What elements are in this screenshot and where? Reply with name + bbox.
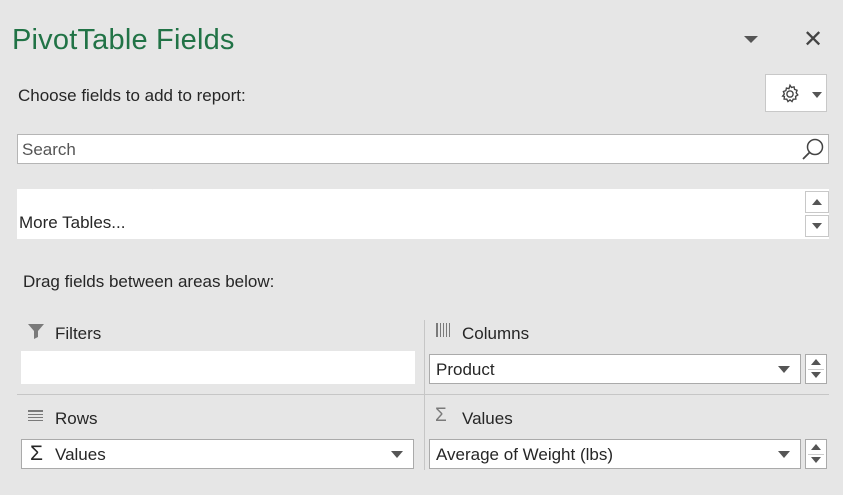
rows-field-values[interactable]: Σ Values xyxy=(21,439,414,469)
partially-hidden-field: ⸌⸍ xyxy=(137,184,154,190)
arrow-down-icon[interactable] xyxy=(811,457,821,463)
arrow-down-icon xyxy=(812,223,822,229)
search-input[interactable] xyxy=(20,139,794,161)
gear-icon xyxy=(781,83,799,103)
filters-area-title: Filters xyxy=(55,324,102,343)
scroll-up-button[interactable] xyxy=(805,191,829,213)
rows-area-title: Rows xyxy=(55,409,98,428)
sigma-icon: Σ xyxy=(30,442,43,465)
columns-icon xyxy=(436,323,450,337)
search-box[interactable] xyxy=(17,134,829,164)
chevron-down-icon[interactable] xyxy=(778,366,790,373)
panel-title: PivotTable Fields xyxy=(12,24,235,56)
field-label: Values xyxy=(55,445,106,464)
search-icon[interactable] xyxy=(800,137,826,161)
stepper-divider xyxy=(808,454,824,455)
values-field-average-weight[interactable]: Average of Weight (lbs) xyxy=(429,439,801,469)
sigma-icon: Σ xyxy=(435,405,447,426)
tools-button[interactable] xyxy=(765,74,827,112)
filters-drop-zone[interactable] xyxy=(21,351,415,384)
values-reorder-stepper[interactable] xyxy=(805,439,827,469)
stepper-divider xyxy=(808,369,824,370)
chevron-down-icon[interactable] xyxy=(778,451,790,458)
drag-fields-label: Drag fields between areas below: xyxy=(23,272,275,291)
arrow-up-icon[interactable] xyxy=(811,444,821,450)
filter-icon xyxy=(28,324,44,339)
field-label: Product xyxy=(436,360,495,379)
field-label: Average of Weight (lbs) xyxy=(436,445,614,464)
area-divider-vertical xyxy=(424,320,425,470)
columns-reorder-stepper[interactable] xyxy=(805,354,827,384)
chevron-down-icon[interactable] xyxy=(391,451,403,458)
columns-field-product[interactable]: Product xyxy=(429,354,801,384)
columns-area-title: Columns xyxy=(462,324,530,343)
scroll-down-button[interactable] xyxy=(805,215,829,237)
choose-fields-label: Choose fields to add to report: xyxy=(18,86,246,105)
area-divider-horizontal xyxy=(17,394,829,395)
rows-icon xyxy=(28,410,43,421)
more-tables-link[interactable]: More Tables... xyxy=(19,213,125,233)
arrow-up-icon xyxy=(812,199,822,205)
arrow-down-icon[interactable] xyxy=(811,372,821,378)
close-icon[interactable]: ✕ xyxy=(803,28,823,52)
chevron-down-icon xyxy=(812,92,822,98)
field-list[interactable]: ⸌⸍ More Tables... xyxy=(17,187,829,239)
task-pane-options-icon[interactable] xyxy=(744,36,758,43)
values-area-title: Values xyxy=(462,409,513,428)
arrow-up-icon[interactable] xyxy=(811,359,821,365)
